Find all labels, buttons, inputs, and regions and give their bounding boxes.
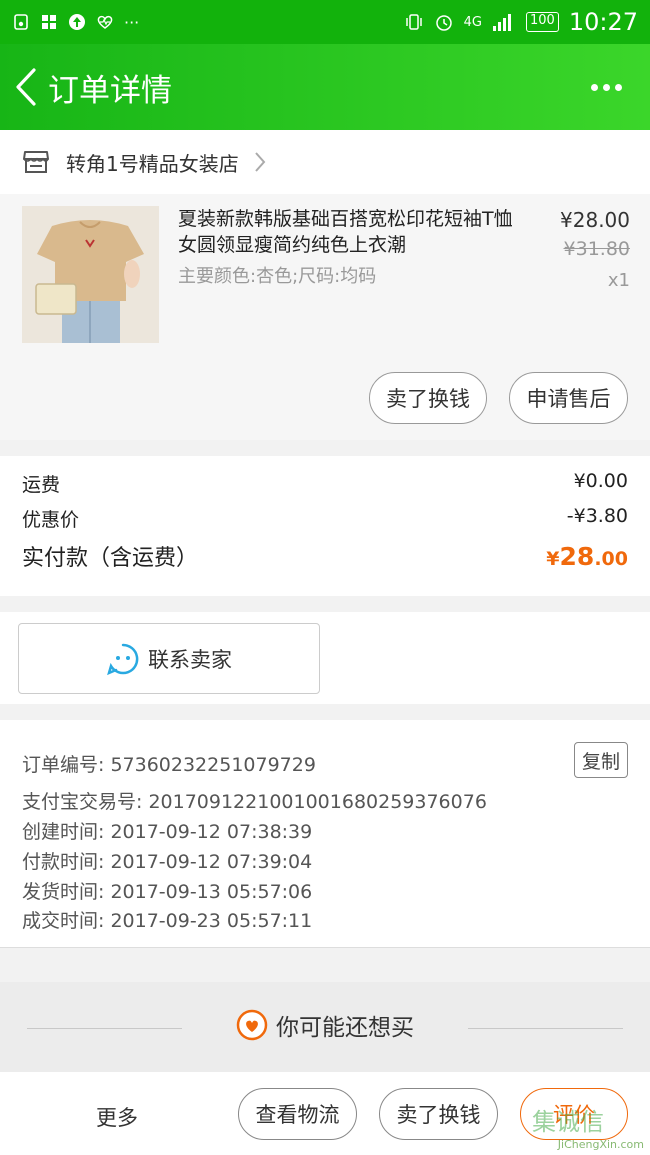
chevron-right-icon	[254, 152, 266, 172]
discount-label: 优惠价	[22, 509, 80, 531]
completed-time: 成交时间: 2017-09-23 05:57:11	[22, 910, 313, 932]
copy-button[interactable]: 复制	[574, 742, 628, 778]
resell-bottom-button[interactable]: 卖了换钱	[379, 1088, 498, 1140]
shop-icon	[23, 151, 49, 173]
product-price: ¥28.00	[560, 208, 630, 232]
shipped-time: 发货时间: 2017-09-13 05:57:06	[22, 881, 313, 903]
dot-icon	[591, 83, 598, 91]
status-right-icons: 4G 100 10:27	[404, 8, 638, 36]
title-bar: 订单详情	[0, 44, 650, 130]
product-quantity: x1	[607, 270, 630, 291]
product-original-price: ¥31.80	[563, 238, 630, 260]
page-title: 订单详情	[48, 72, 172, 109]
more-notifications: ···	[124, 12, 140, 32]
shipping-row: 运费 ¥0.00	[22, 470, 628, 497]
paid-time: 付款时间: 2017-09-12 07:39:04	[22, 851, 313, 873]
total-value: ¥28.00	[546, 542, 628, 571]
network-type: 4G	[463, 14, 482, 30]
vibrate-icon	[405, 14, 422, 30]
product-spec: 主要颜色:杏色;尺码:均码	[178, 266, 377, 287]
product-title[interactable]: 夏装新款韩版基础百搭宽松印花短袖T恤女圆领显瘦简约纯色上衣潮	[178, 206, 518, 258]
more-button[interactable]: 更多	[96, 1102, 138, 1132]
recommendation-label: 你可能还想买	[276, 1015, 414, 1041]
recommendation-header: 你可能还想买	[0, 982, 650, 1072]
view-logistics-button[interactable]: 查看物流	[238, 1088, 357, 1140]
back-button[interactable]	[6, 44, 46, 130]
total-row: 实付款（含运费） ¥28.00	[22, 540, 628, 572]
status-left-icons: ···	[12, 13, 139, 32]
product-item[interactable]: 夏装新款韩版基础百搭宽松印花短袖T恤女圆领显瘦简约纯色上衣潮 主要颜色:杏色;尺…	[0, 194, 650, 440]
upload-icon	[69, 14, 85, 30]
order-number: 订单编号: 57360232251079729	[22, 754, 316, 776]
total-decimal: .00	[594, 547, 628, 570]
product-image	[22, 206, 159, 343]
contact-seller-label: 联系卖家	[148, 647, 232, 672]
watermark-text: JiChengXin.com	[557, 1138, 644, 1151]
after-sales-button[interactable]: 申请售后	[509, 372, 628, 424]
contact-section: 联系卖家	[0, 612, 650, 704]
more-menu-button[interactable]	[591, 83, 622, 91]
grid-app-icon	[42, 15, 56, 29]
total-currency: ¥	[546, 547, 560, 570]
shipping-label: 运费	[22, 474, 61, 496]
product-thumbnail[interactable]	[22, 206, 159, 343]
signal-icon	[493, 14, 511, 31]
back-arrow-icon	[16, 68, 36, 106]
discount-value: -¥3.80	[566, 505, 628, 527]
recommendation-title: 你可能还想买	[0, 1008, 650, 1042]
fee-summary: 运费 ¥0.00 优惠价 -¥3.80 实付款（含运费） ¥28.00	[0, 456, 650, 596]
resell-button[interactable]: 卖了换钱	[369, 372, 487, 424]
dot-icon	[615, 83, 622, 91]
battery-indicator: 100	[526, 12, 559, 32]
total-label: 实付款（含运费）	[22, 546, 199, 571]
discount-row: 优惠价 -¥3.80	[22, 505, 628, 532]
shop-row[interactable]: 转角1号精品女装店	[0, 130, 650, 194]
total-integer: 28	[559, 541, 595, 571]
status-bar: ··· 4G 100 10:27	[0, 0, 650, 44]
chat-face-icon	[107, 643, 139, 675]
order-info: 订单编号: 57360232251079729 复制 支付宝交易号: 20170…	[0, 720, 650, 948]
shipping-value: ¥0.00	[573, 470, 628, 492]
clock: 10:27	[568, 8, 638, 36]
dot-icon	[603, 83, 610, 91]
alipay-number: 支付宝交易号: 2017091221001001680259376076	[22, 791, 487, 813]
alarm-icon	[435, 15, 452, 31]
shop-name: 转角1号精品女装店	[66, 151, 239, 176]
watermark-logo: 集诚信	[532, 1108, 604, 1136]
heart-icon	[236, 1009, 268, 1041]
app-notification-icon	[14, 14, 28, 30]
health-heart-icon	[97, 15, 113, 29]
created-time: 创建时间: 2017-09-12 07:38:39	[22, 821, 313, 843]
contact-seller-button[interactable]: 联系卖家	[18, 623, 320, 694]
